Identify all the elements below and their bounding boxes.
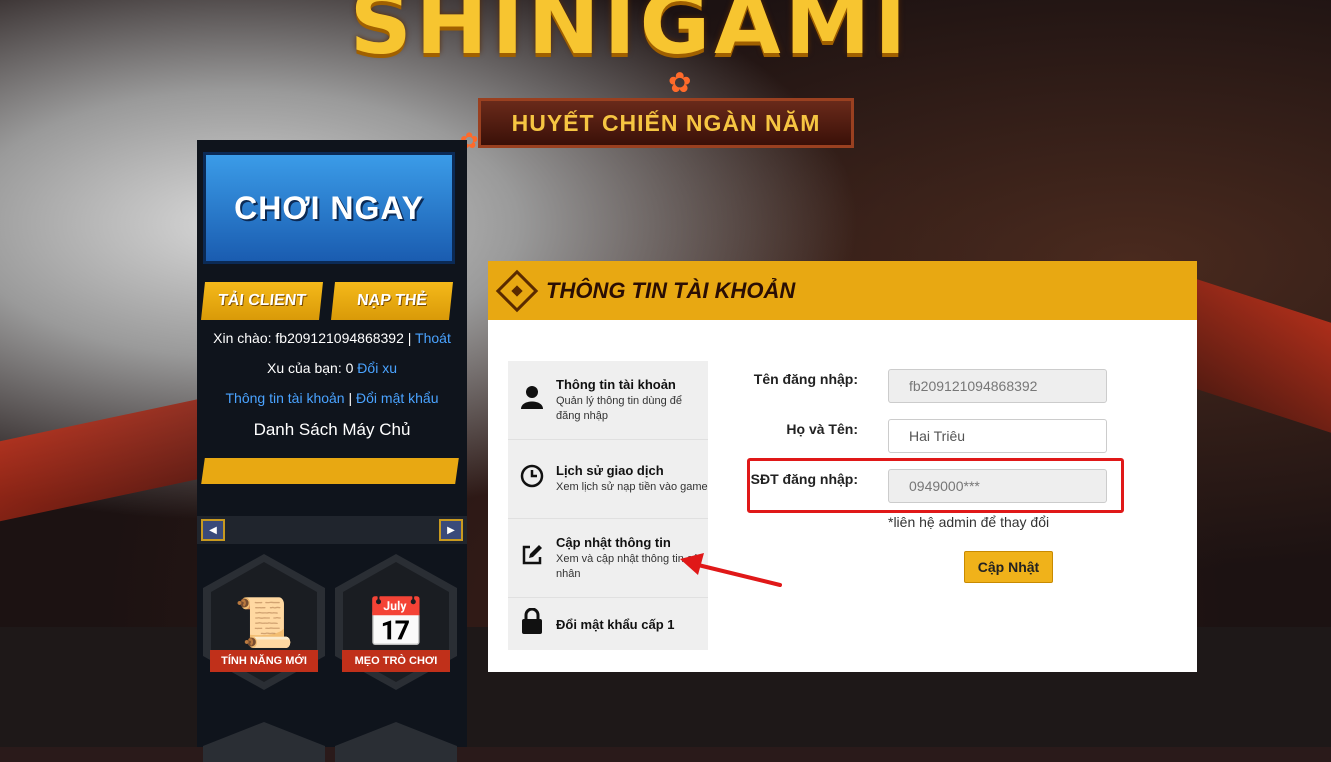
- play-now-button[interactable]: CHƠI NGAY: [203, 152, 455, 264]
- coins-line: Xu của bạn: 0 Đổi xu: [197, 360, 467, 376]
- logout-link[interactable]: Thoát: [415, 330, 451, 346]
- menu-item-title: Đổi mật khẩu cấp 1: [556, 616, 675, 632]
- server-list-bar[interactable]: [201, 458, 459, 484]
- red-arrow-annotation: [680, 553, 782, 587]
- left-sidebar: CHƠI NGAY TẢI CLIENT NẠP THẺ Xin chào: f…: [197, 140, 467, 762]
- edit-icon: [508, 543, 556, 573]
- game-tips-label: MẸO TRÒ CHƠI: [342, 650, 450, 672]
- update-button[interactable]: Cập Nhật: [964, 551, 1053, 583]
- lock-icon: [508, 607, 556, 640]
- user-icon: [508, 385, 556, 415]
- greeting-line: Xin chào: fb209121094868392 | Thoát: [197, 330, 467, 346]
- arrow-right-icon: ▶: [447, 524, 455, 536]
- new-features-label: TÍNH NĂNG MỚI: [210, 650, 318, 672]
- download-client-button[interactable]: TẢI CLIENT: [201, 282, 323, 320]
- more-tile[interactable]: [203, 722, 325, 762]
- fullname-label: Họ và Tên:: [786, 421, 858, 437]
- flower-icon: ✿: [668, 67, 692, 98]
- panel-title: THÔNG TIN TÀI KHOẢN: [546, 277, 796, 303]
- exchange-coins-link[interactable]: Đổi xu: [357, 360, 397, 376]
- arrow-left-icon: ◀: [209, 524, 217, 536]
- scroll-right-button[interactable]: ▶: [439, 519, 463, 541]
- phone-note: *liên hệ admin để thay đổi: [888, 514, 1050, 530]
- phone-highlight-box: [747, 458, 1124, 513]
- more-tile[interactable]: [335, 722, 457, 762]
- username-field[interactable]: [888, 369, 1107, 403]
- calendar-icon: 📅: [366, 596, 426, 650]
- diamond-logo-icon: [495, 269, 539, 312]
- fullname-field[interactable]: [888, 419, 1107, 453]
- server-scroller: ◀ ▶: [197, 516, 467, 544]
- account-links: Thông tin tài khoản | Đổi mật khẩu: [197, 390, 467, 406]
- clock-icon: [508, 464, 556, 494]
- menu-item-desc: Quản lý thông tin dùng để đăng nhập: [556, 394, 682, 422]
- link-separator: |: [348, 390, 353, 406]
- menu-item-change-password[interactable]: Đổi mật khẩu cấp 1: [508, 598, 708, 650]
- account-info-link[interactable]: Thông tin tài khoản: [226, 390, 345, 406]
- game-subtitle-banner: HUYẾT CHIẾN NGÀN NĂM: [478, 98, 854, 148]
- change-password-link[interactable]: Đổi mật khẩu: [356, 390, 438, 406]
- scroll-icon: 📜: [234, 596, 294, 650]
- account-menu: Thông tin tài khoản Quản lý thông tin dù…: [508, 361, 708, 650]
- username-label: Tên đăng nhập:: [753, 371, 858, 387]
- topup-button[interactable]: NẠP THẺ: [331, 282, 453, 320]
- game-logo: SHINIGAMI: [349, 0, 911, 74]
- server-list-title: Danh Sách Máy Chủ: [253, 420, 411, 439]
- panel-header: THÔNG TIN TÀI KHOẢN: [488, 261, 1197, 320]
- coins-text: Xu của bạn: 0: [267, 360, 354, 376]
- greeting-text: Xin chào: fb209121094868392 |: [213, 330, 412, 346]
- scroll-left-button[interactable]: ◀: [201, 519, 225, 541]
